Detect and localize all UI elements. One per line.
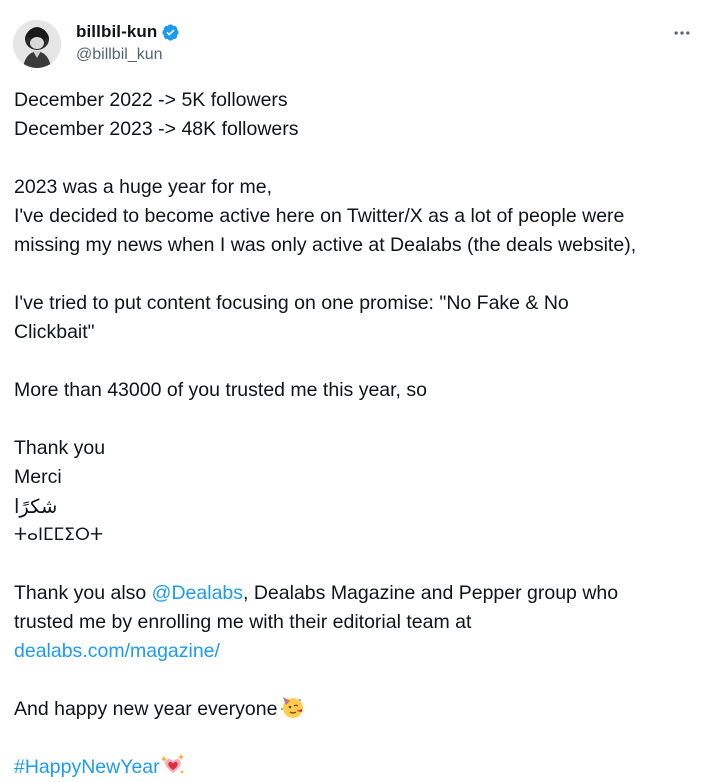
avatar[interactable]: [13, 20, 61, 68]
user-info: billbil-kun @billbil_kun: [76, 21, 180, 66]
tweet-line: December 2023 -> 48K followers: [14, 118, 299, 140]
tweet-line: #HappyNewYear: [14, 753, 694, 782]
display-name[interactable]: billbil-kun: [76, 22, 157, 42]
mention-link[interactable]: @Dealabs: [152, 582, 243, 604]
tweet-line: dealabs.com/magazine/: [14, 637, 694, 666]
verified-badge-icon: [161, 23, 180, 42]
tweet-text: December 2022 -> 5K followers December 2…: [14, 86, 694, 782]
thanks-english: Thank you: [14, 437, 106, 459]
thanks-also-suffix: , Dealabs Magazine and Pepper group who: [243, 582, 619, 604]
tweet-line: missing my news when I was only active a…: [14, 234, 637, 256]
thanks-french: Merci: [14, 466, 62, 488]
tweet-line: December 2022 -> 5K followers: [14, 89, 288, 111]
tweet-line: More than 43000 of you trusted me this y…: [14, 379, 427, 401]
thanks-tifinagh: ⵜⴰⵏⵎⵎⵉⵔⵜ: [14, 525, 104, 545]
tweet-line: Clickbait": [14, 321, 95, 343]
tweet-line: 2023 was a huge year for me,: [14, 176, 272, 198]
more-options-icon: [674, 31, 690, 35]
url-link[interactable]: dealabs.com/magazine/: [14, 640, 220, 662]
tweet-line: And happy new year everyone: [14, 695, 694, 724]
tweet-line: I've decided to become active here on Tw…: [14, 205, 625, 227]
thanks-also-prefix: Thank you also: [14, 582, 152, 604]
avatar-image: [13, 20, 61, 68]
sparkling-heart-emoji: [160, 753, 185, 777]
user-handle[interactable]: @billbil_kun: [76, 46, 180, 66]
tweet-line: Thank you also @Dealabs, Dealabs Magazin…: [14, 579, 694, 608]
tweet-line: trusted me by enrolling me with their ed…: [14, 611, 472, 633]
partying-face-emoji: [280, 695, 304, 719]
tweet-card: billbil-kun @billbil_kun December 2022 -…: [0, 0, 705, 779]
hashtag-link[interactable]: #HappyNewYear: [14, 756, 160, 778]
name-row: billbil-kun: [76, 21, 180, 43]
new-year-text: And happy new year everyone: [14, 698, 278, 720]
tweet-line: I've tried to put content focusing on on…: [14, 292, 569, 314]
more-options-button[interactable]: [669, 22, 695, 44]
thanks-arabic: شكرًا: [14, 495, 58, 518]
